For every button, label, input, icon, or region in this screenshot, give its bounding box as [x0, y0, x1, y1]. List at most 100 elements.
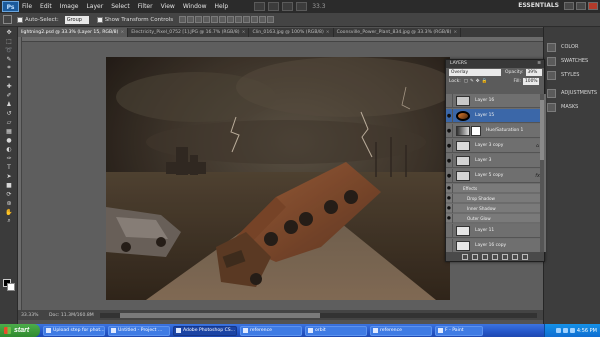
distribute-right-icon[interactable]: [267, 16, 275, 23]
quick-select-tool-icon[interactable]: ✎: [2, 55, 16, 63]
close-tab-icon[interactable]: ×: [120, 28, 124, 37]
layer-row[interactable]: ● Hue/Saturation 1: [446, 123, 544, 138]
view-extras-button[interactable]: [268, 2, 280, 11]
auto-select-checkbox[interactable]: [17, 16, 23, 23]
horizontal-scrollbar[interactable]: [99, 312, 537, 318]
align-bottom-icon[interactable]: [195, 16, 203, 23]
panel-menu-icon[interactable]: ≡: [537, 60, 541, 68]
3d-rotate-tool-icon[interactable]: ⟳: [2, 190, 16, 198]
fill-field[interactable]: 100%: [523, 78, 539, 85]
layers-scrollbar[interactable]: [540, 94, 544, 252]
clock[interactable]: 4:56 PM: [577, 328, 597, 334]
doc-tab[interactable]: Coonsville_Power_Plant_834.jpg @ 33.3% (…: [334, 28, 462, 37]
menu-edit[interactable]: Edit: [40, 3, 52, 10]
dock-styles[interactable]: STYLES: [547, 69, 599, 81]
layer-row[interactable]: Layer 11: [446, 223, 544, 238]
taskbar-button[interactable]: Adobe Photoshop CS...: [173, 325, 237, 336]
align-right-icon[interactable]: [219, 16, 227, 23]
taskbar-button[interactable]: Untitled - Project ...: [108, 325, 170, 336]
delete-layer-icon[interactable]: [522, 253, 528, 260]
doc-tab[interactable]: Electricity_Pixel_0752 [1].JPG @ 16.7% (…: [128, 28, 250, 37]
crop-tool-icon[interactable]: ⌗: [2, 64, 16, 72]
link-layers-icon[interactable]: [462, 253, 468, 260]
menu-layer[interactable]: Layer: [86, 3, 103, 10]
distribute-hcenter-icon[interactable]: [259, 16, 267, 23]
dock-swatches[interactable]: SWATCHES: [547, 55, 599, 67]
start-button[interactable]: start: [0, 324, 40, 337]
menu-file[interactable]: File: [22, 3, 32, 10]
document-canvas[interactable]: [106, 57, 450, 300]
layer-row[interactable]: Layer 16: [446, 94, 544, 108]
close-tab-icon[interactable]: ×: [242, 28, 246, 37]
menu-window[interactable]: Window: [183, 3, 207, 10]
effect-row[interactable]: ● Inner Shadow: [446, 203, 544, 213]
blend-mode-dropdown[interactable]: Overlay: [449, 69, 501, 76]
visibility-toggle[interactable]: [446, 223, 453, 238]
distribute-top-icon[interactable]: [227, 16, 235, 23]
lock-icons[interactable]: ▢✎✥🔒: [464, 79, 489, 84]
taskbar-button[interactable]: reference: [370, 325, 432, 336]
layer-row[interactable]: ● Layer 5 copy fx: [446, 168, 544, 183]
path-select-tool-icon[interactable]: ➤: [2, 172, 16, 180]
blur-tool-icon[interactable]: ●: [2, 136, 16, 144]
distribute-bottom-icon[interactable]: [243, 16, 251, 23]
dodge-tool-icon[interactable]: ◐: [2, 145, 16, 153]
layer-row[interactable]: ● Layer 3: [446, 153, 544, 168]
visibility-toggle[interactable]: [446, 94, 453, 108]
gradient-tool-icon[interactable]: ▦: [2, 127, 16, 135]
shape-tool-icon[interactable]: ■: [2, 181, 16, 189]
auto-select-dropdown[interactable]: Group: [64, 15, 89, 24]
effect-row[interactable]: ● Outer Glow: [446, 213, 544, 223]
new-group-icon[interactable]: [502, 253, 508, 260]
distribute-left-icon[interactable]: [251, 16, 259, 23]
align-top-icon[interactable]: [179, 16, 187, 23]
align-hcenter-icon[interactable]: [211, 16, 219, 23]
layers-panel-header[interactable]: LAYERS ≡: [446, 60, 544, 68]
3d-orbit-tool-icon[interactable]: ⊛: [2, 199, 16, 207]
dock-masks[interactable]: MASKS: [547, 101, 599, 113]
taskbar-button[interactable]: reference: [240, 325, 302, 336]
hand-tool-button[interactable]: [282, 2, 294, 11]
status-zoom-field[interactable]: 33.33%: [21, 313, 43, 318]
healing-tool-icon[interactable]: ✚: [2, 82, 16, 90]
menu-view[interactable]: View: [161, 3, 175, 10]
layer-row[interactable]: ● Layer 15: [446, 108, 544, 123]
move-tool-icon[interactable]: ✥: [2, 28, 16, 36]
history-brush-tool-icon[interactable]: ↺: [2, 109, 16, 117]
dock-adjustments[interactable]: ADJUSTMENTS: [547, 87, 599, 99]
type-tool-icon[interactable]: T: [2, 163, 16, 171]
pen-tool-icon[interactable]: ✑: [2, 154, 16, 162]
eye-icon[interactable]: ●: [446, 183, 453, 193]
eye-icon[interactable]: ●: [446, 203, 453, 213]
eye-icon[interactable]: ●: [446, 123, 453, 138]
volume-icon[interactable]: [562, 328, 568, 333]
doc-tab[interactable]: lightning2.psd @ 33.3% (Layer 15, RGB/8)…: [18, 28, 129, 37]
menu-help[interactable]: Help: [215, 3, 229, 10]
taskbar-button[interactable]: Upload step for phot...: [43, 325, 105, 336]
eye-icon[interactable]: ●: [446, 108, 453, 123]
align-left-icon[interactable]: [203, 16, 211, 23]
add-mask-icon[interactable]: [482, 253, 488, 260]
lasso-tool-icon[interactable]: ➰: [2, 46, 16, 54]
menu-filter[interactable]: Filter: [138, 3, 153, 10]
zoom-tool-icon[interactable]: ⌕: [2, 217, 16, 225]
eye-icon[interactable]: ●: [446, 138, 453, 153]
clone-stamp-tool-icon[interactable]: ♟: [2, 100, 16, 108]
minimize-button[interactable]: [564, 2, 574, 10]
doc-size-readout[interactable]: Doc: 11.3M/160.8M: [49, 313, 94, 318]
show-transform-checkbox[interactable]: [96, 16, 103, 23]
opacity-field[interactable]: 39%: [525, 69, 542, 76]
auto-select-option[interactable]: Auto-Select:: [17, 16, 59, 23]
brush-tool-icon[interactable]: ✐: [2, 91, 16, 99]
close-tab-icon[interactable]: ×: [453, 28, 457, 37]
distribute-vcenter-icon[interactable]: [235, 16, 243, 23]
effect-row[interactable]: ● Drop Shadow: [446, 193, 544, 203]
layer-row[interactable]: ● Layer 3 copy ⌂: [446, 138, 544, 153]
eraser-tool-icon[interactable]: ▱: [2, 118, 16, 126]
eye-icon[interactable]: ●: [446, 213, 453, 223]
zoom-tool-button[interactable]: [296, 2, 308, 11]
security-icon[interactable]: [569, 328, 575, 333]
taskbar-button[interactable]: F - Paint: [435, 325, 483, 336]
hand-tool-icon[interactable]: ✋: [2, 208, 16, 216]
scrollbar-thumb[interactable]: [119, 312, 320, 318]
